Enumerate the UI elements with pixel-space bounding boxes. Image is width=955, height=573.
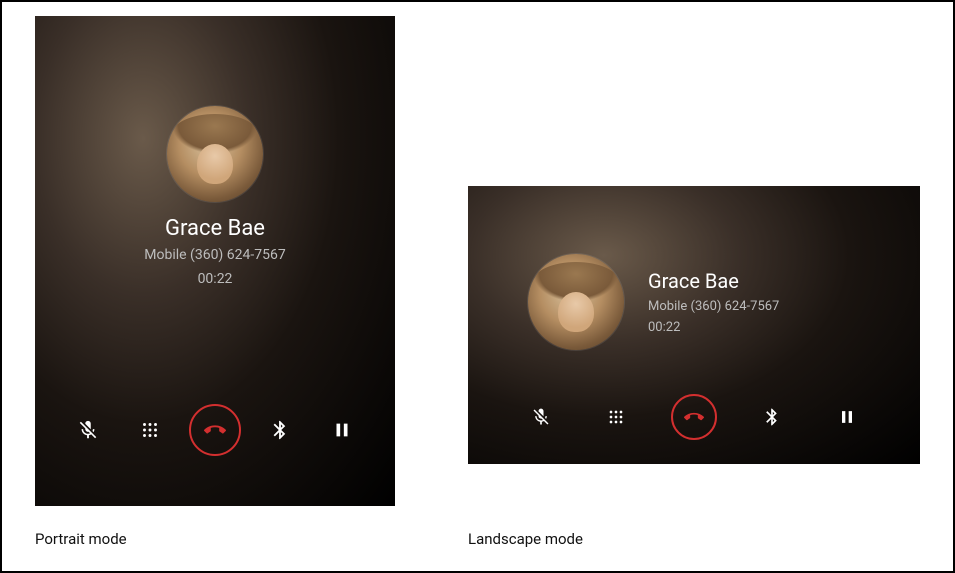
- end-call-icon: [204, 419, 226, 441]
- bluetooth-button[interactable]: [753, 398, 791, 436]
- portrait-caption: Portrait mode: [35, 530, 127, 548]
- end-call-button[interactable]: [189, 404, 241, 456]
- hold-button[interactable]: [828, 398, 866, 436]
- call-duration: 00:22: [648, 320, 779, 335]
- bluetooth-button[interactable]: [258, 408, 302, 452]
- mute-off-icon: [531, 407, 551, 427]
- dialpad-icon: [139, 419, 161, 441]
- pause-icon: [837, 407, 857, 427]
- dialpad-button[interactable]: [128, 408, 172, 452]
- figure-frame: Grace Bae Mobile (360) 624-7567 00:22: [0, 0, 955, 573]
- end-call-button[interactable]: [671, 394, 717, 440]
- contact-name: Grace Bae: [648, 269, 779, 293]
- landscape-caption: Landscape mode: [468, 530, 583, 548]
- hold-button[interactable]: [320, 408, 364, 452]
- portrait-call-screen: Grace Bae Mobile (360) 624-7567 00:22: [35, 16, 395, 506]
- mute-button[interactable]: [522, 398, 560, 436]
- phone-label: Mobile (360) 624-7567: [648, 299, 779, 314]
- contact-avatar: [528, 254, 624, 350]
- end-call-icon: [684, 407, 704, 427]
- contact-info-block: Grace Bae Mobile (360) 624-7567 00:22: [528, 254, 779, 350]
- bluetooth-icon: [762, 407, 782, 427]
- dialpad-icon: [606, 407, 626, 427]
- call-duration: 00:22: [198, 271, 233, 287]
- pause-icon: [331, 419, 353, 441]
- mute-off-icon: [77, 419, 99, 441]
- contact-text: Grace Bae Mobile (360) 624-7567 00:22: [648, 269, 779, 335]
- call-controls: [35, 404, 395, 456]
- dialpad-button[interactable]: [597, 398, 635, 436]
- bluetooth-icon: [269, 419, 291, 441]
- call-controls: [468, 394, 920, 440]
- contact-info-block: Grace Bae Mobile (360) 624-7567 00:22: [35, 106, 395, 287]
- phone-label: Mobile (360) 624-7567: [144, 247, 285, 263]
- mute-button[interactable]: [66, 408, 110, 452]
- landscape-call-screen: Grace Bae Mobile (360) 624-7567 00:22: [468, 186, 920, 464]
- contact-avatar: [167, 106, 263, 202]
- contact-name: Grace Bae: [165, 216, 265, 241]
